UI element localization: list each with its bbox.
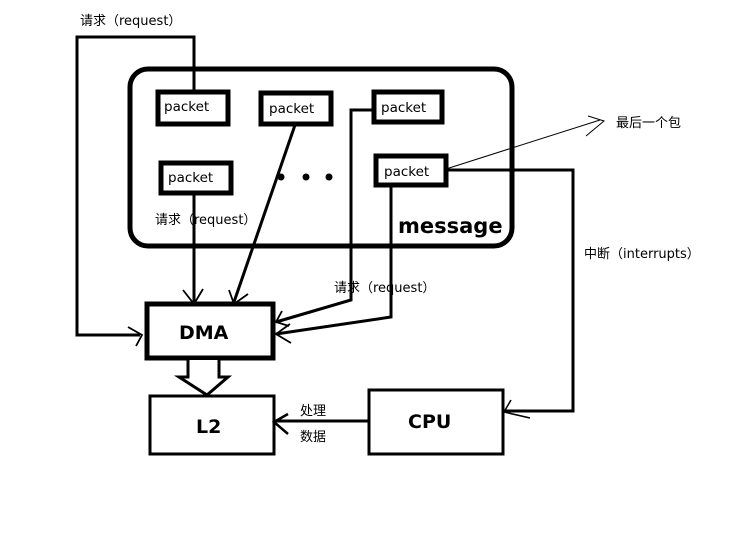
diagram-canvas: message 请求（request） packet packet packet… — [75, 14, 700, 456]
packet-5-label: packet — [384, 164, 429, 180]
packet-4-label: packet — [168, 170, 213, 186]
interrupts-label: 中断（interrupts） — [584, 247, 700, 262]
request-label-middle: 请求（request） — [334, 281, 435, 296]
process-label: 处理 — [300, 404, 326, 419]
last-packet-label: 最后一个包 — [616, 116, 681, 131]
request-label-inner: 请求（request） — [155, 213, 256, 228]
packet-1: packet — [155, 89, 231, 127]
last-packet-pointer — [445, 119, 601, 170]
packet-3: packet — [371, 89, 445, 125]
dma-to-l2-arrow — [173, 360, 233, 397]
dma-label: DMA — [179, 322, 229, 344]
data-label: 数据 — [300, 430, 326, 445]
packet-2-label: packet — [269, 101, 314, 117]
packet-5: packet — [373, 153, 449, 188]
packet-1-label: packet — [164, 99, 209, 115]
packet-4: packet — [158, 160, 234, 196]
dma-block: DMA — [144, 301, 276, 361]
request-line-packet-5 — [275, 185, 393, 336]
arrowhead-cpu-to-l2 — [271, 412, 289, 435]
packet-2: packet — [258, 90, 334, 127]
cpu-block: CPU — [367, 388, 505, 456]
request-label-top: 请求（request） — [80, 14, 181, 29]
ellipsis-dots — [277, 173, 333, 181]
message-label: message — [398, 214, 503, 238]
last-packet-arrowhead — [585, 115, 606, 137]
cpu-label: CPU — [408, 411, 451, 433]
arrowhead-interrupt — [502, 399, 531, 419]
packet-3-label: packet — [381, 100, 426, 116]
l2-label: L2 — [196, 416, 221, 438]
l2-block: L2 — [148, 394, 276, 456]
